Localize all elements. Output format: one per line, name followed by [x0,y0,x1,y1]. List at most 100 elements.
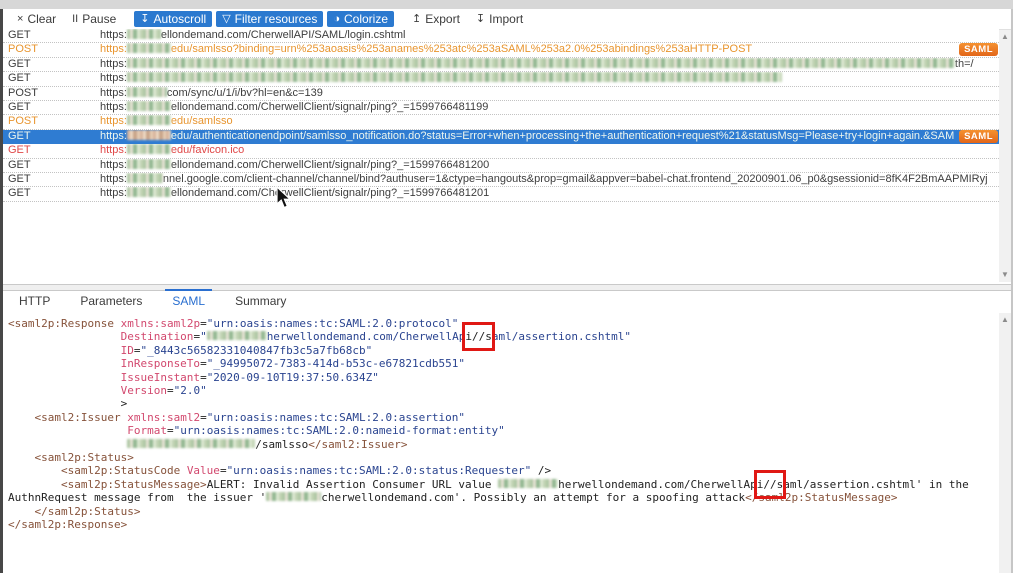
redacted-text [498,479,558,488]
window-top-strip [0,0,1013,9]
redacted-text [127,173,163,183]
url-text: https: [100,72,127,84]
scroll-up-icon[interactable]: ▲ [999,314,1011,326]
request-method: GET [3,58,100,71]
redacted-text [127,159,171,169]
export-button[interactable]: ↥Export [406,11,466,27]
request-method: GET [3,159,100,172]
redacted-text [127,130,171,140]
request-row[interactable]: GEThttps:ellondemand.com/CherwellClient/… [3,187,999,201]
xml-token: " [200,330,207,343]
xml-token: = [200,357,207,370]
xml-token: <saml2p:Response [8,317,121,330]
url-text: https: [100,101,127,113]
scroll-up-icon[interactable]: ▲ [999,31,1011,43]
xml-token: = [220,464,227,477]
request-url: https: edu/samlsso [100,115,233,128]
redacted-text [127,115,171,125]
clear-button[interactable]: ×Clear [11,11,62,27]
xml-token [8,438,127,451]
xml-token: ID [8,344,134,357]
request-url: https: edu/samlsso?binding=urn%253aoasis%… [100,43,752,56]
request-method: GET [3,173,100,186]
request-row[interactable]: POSThttps:com/sync/u/1/i/bv?hl=en&c=139 [3,87,999,101]
xml-line: AuthnRequest message from the issuer 'ch… [8,491,999,504]
request-row[interactable]: GEThttps: [3,72,999,86]
scroll-down-icon[interactable]: ▼ [999,269,1011,281]
url-text: edu/samlsso?binding=urn%253aoasis%253ana… [171,43,752,55]
filter-resources-button[interactable]: ▽Filter resources [216,11,323,27]
redacted-text [127,187,171,197]
xml-token: <saml2:Issuer [8,411,127,424]
xml-token: AuthnRequest message from the issuer ' [8,491,266,504]
request-row[interactable]: GEThttps:ellondemand.com/CherwellAPI/SAM… [3,29,999,43]
request-url: https:nnel.google.com/client-channel/cha… [100,173,988,186]
colorize-button[interactable]: ◑Colorize [327,11,394,27]
redacted-text [127,43,171,53]
request-method: POST [3,87,100,100]
redacted-text [127,144,171,154]
tab-parameters[interactable]: Parameters [78,291,144,311]
toolbar-button-label: Filter resources [235,12,318,26]
xml-token: IssueInstant [8,371,200,384]
request-url: https:ellondemand.com/CherwellAPI/SAML/l… [100,29,405,42]
url-text: th=/ [955,58,974,70]
request-list: GEThttps:ellondemand.com/CherwellAPI/SAM… [3,29,999,283]
autoscroll-button[interactable]: ↧Autoscroll [134,11,212,27]
xml-token: "urn:oasis:names:tc:SAML:2.0:status:Requ… [227,464,532,477]
pause-button[interactable]: IIPause [66,11,122,27]
tab-saml[interactable]: SAML [170,291,207,311]
toolbar-button-label: Export [425,12,460,26]
request-url: https:com/sync/u/1/i/bv?hl=en&c=139 [100,87,323,100]
xml-token: = [200,317,207,330]
request-row[interactable]: GEThttps:nnel.google.com/client-channel/… [3,173,999,187]
request-row[interactable]: GEThttps:edu/favicon.ico [3,144,999,158]
xml-token: /samlsso [255,438,308,451]
xml-token: aml/assertion.cshtml' in the [783,478,968,491]
xml-line: Format="urn:oasis:names:tc:SAML:2.0:name… [8,424,999,437]
url-text: https: [100,115,127,127]
xml-token: Version [8,384,167,397]
x-icon: × [17,14,23,25]
xml-token: </saml2p:Response> [8,518,127,531]
request-method: POST [3,115,100,128]
request-method: POST [3,43,100,56]
tab-http[interactable]: HTTP [17,291,52,311]
xml-line: <saml2p:Status> [8,451,999,464]
detail-scrollbar[interactable]: ▲ [999,313,1011,573]
request-row[interactable]: GEThttps: th=/ [3,58,999,72]
download-arrow-icon: ↧ [476,14,485,25]
url-text: ellondemand.com/CherwellAPI/SAML/login.c… [161,29,406,41]
url-text: https: [100,43,127,55]
toolbar-button-label: Autoscroll [154,12,207,26]
xml-token: "_8443c56582331040847fb3c5a7fb68cb" [140,344,372,357]
xml-token: ALERT: Invalid Assertion Consumer URL va… [207,478,498,491]
redacted-text [127,101,171,111]
xml-token: Value [187,464,220,477]
saml-badge: SAML [959,43,998,56]
xml-token: "2.0" [174,384,207,397]
url-text: com/sync/u/1/i/bv?hl=en&c=139 [167,87,323,99]
xml-token: herwellondemand.com/CherwellAp [267,330,466,343]
redacted-text [127,72,782,82]
xml-line: IssueInstant="2020-09-10T19:37:50.634Z" [8,371,999,384]
request-row[interactable]: POSThttps: edu/samlsso?binding=urn%253aoa… [3,43,999,57]
pause-icon: II [72,14,78,25]
xml-token: InResponseTo [8,357,200,370]
request-row[interactable]: GEThttps:ellondemand.com/CherwellClient/… [3,159,999,173]
redacted-text [127,439,255,448]
tab-summary[interactable]: Summary [233,291,288,311]
url-text: https: [100,58,127,70]
request-method: GET [3,130,100,143]
request-list-scrollbar[interactable]: ▲ ▼ [999,30,1011,282]
import-button[interactable]: ↧Import [470,11,529,27]
request-row[interactable]: GEThttps:edu/authenticationendpoint/saml… [3,130,999,144]
xml-token: > [8,397,127,410]
mouse-cursor [276,186,293,209]
url-text: edu/samlsso [171,115,233,127]
xml-token: xmlns:saml2p [121,317,200,330]
request-row[interactable]: GEThttps:ellondemand.com/CherwellClient/… [3,101,999,115]
url-text: ellondemand.com/CherwellClient/signalr/p… [171,159,489,171]
request-row[interactable]: POSThttps: edu/samlsso [3,115,999,129]
xml-line: </saml2p:Status> [8,505,999,518]
